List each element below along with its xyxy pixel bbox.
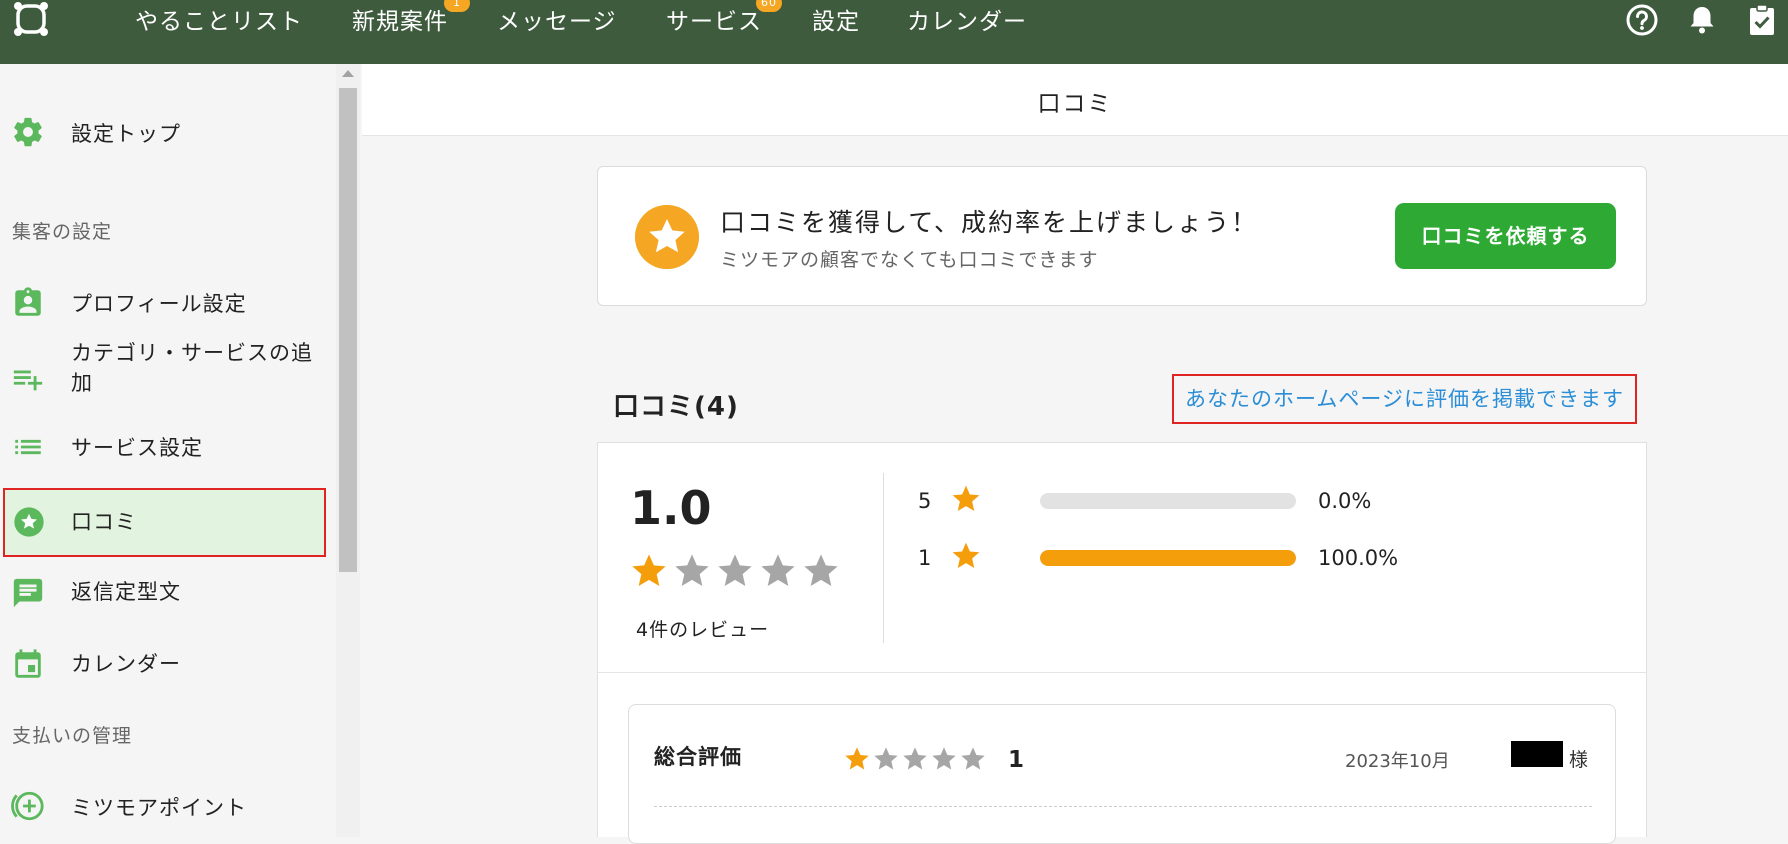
- section-title-marketing: 集客の設定: [12, 221, 113, 243]
- review-card: 総合評価 1 2023年10月 様: [628, 704, 1616, 844]
- scroll-up-arrow-icon[interactable]: [342, 70, 354, 77]
- distribution-percent: 0.0%: [1318, 489, 1372, 513]
- request-reviews-card: 口コミを獲得して、成約率を上げましょう！ ミツモアの顧客でなくても口コミできます…: [597, 166, 1647, 306]
- promo-title: 口コミを獲得して、成約率を上げましょう！: [720, 208, 1259, 237]
- star-filled-icon: [845, 747, 869, 770]
- sidebar-item-settings-top[interactable]: 設定トップ: [0, 100, 336, 164]
- star-empty-icon: [675, 554, 709, 586]
- average-star-row: [629, 551, 844, 595]
- top-navbar: やることリスト 新規案件 1 メッセージ サービス 60 設定 カレンダー: [0, 0, 1788, 64]
- star-empty-icon: [718, 554, 752, 586]
- star-icon: [952, 542, 980, 568]
- promo-subtitle: ミツモアの顧客でなくても口コミできます: [720, 249, 1099, 271]
- nav-messages[interactable]: メッセージ: [497, 2, 617, 36]
- sidebar-item-add-category[interactable]: カテゴリ・サービスの追加: [0, 336, 336, 426]
- redacted-reviewer-name: [1511, 741, 1563, 767]
- bell-icon[interactable]: [1685, 3, 1719, 37]
- list-icon: [15, 439, 41, 455]
- rating-summary: 1.0 4件のレビュー 5 0.0% 1 100.0%: [597, 442, 1647, 672]
- page-header: 口コミ: [362, 64, 1788, 136]
- services-badge: 60: [756, 0, 782, 12]
- nav-todo-list[interactable]: やることリスト: [135, 2, 303, 36]
- nav-calendar[interactable]: カレンダー: [907, 2, 1027, 36]
- star-icon: [952, 485, 980, 511]
- sidebar-item-calendar[interactable]: カレンダー: [0, 630, 336, 694]
- star-empty-icon: [903, 747, 927, 770]
- profile-badge-icon: [15, 287, 41, 316]
- nav-new-requests[interactable]: 新規案件 1: [352, 0, 470, 36]
- calendar-icon: [15, 649, 41, 678]
- star-empty-icon: [761, 554, 795, 586]
- distribution-percent: 100.0%: [1318, 546, 1399, 570]
- distribution-bar-fill: [1040, 550, 1296, 566]
- star-empty-icon: [874, 747, 898, 770]
- sidebar-item-label: ミツモアポイント: [71, 796, 247, 820]
- sidebar-item-label: 返信定型文: [71, 580, 181, 604]
- distribution-row: 5 0.0%: [918, 481, 1618, 521]
- star-empty-icon: [804, 554, 838, 586]
- settings-sidebar: 設定トップ 集客の設定 プロフィール設定 カテゴリ・サービスの追加 サービス設定…: [0, 64, 336, 837]
- sidebar-item-label: 設定トップ: [71, 122, 181, 146]
- sidebar-scrollbar[interactable]: [336, 64, 360, 837]
- star-circle-icon: [14, 507, 44, 537]
- star-empty-icon: [932, 747, 956, 770]
- page-title: 口コミ: [1037, 91, 1113, 117]
- section-title-payment: 支払いの管理: [12, 725, 133, 747]
- sidebar-item-service-settings[interactable]: サービス設定: [0, 414, 336, 478]
- overall-rating-label: 総合評価: [654, 745, 742, 769]
- review-divider: [654, 806, 1592, 807]
- review-score: 1: [1008, 747, 1025, 773]
- sidebar-item-reviews[interactable]: 口コミ: [3, 488, 326, 557]
- gear-icon: [14, 117, 42, 147]
- playlist-add-icon: [13, 370, 43, 391]
- new-requests-badge: 1: [444, 0, 470, 12]
- review-star-row: [843, 745, 988, 777]
- nav-settings[interactable]: 設定: [812, 2, 860, 36]
- help-icon[interactable]: [1625, 3, 1659, 37]
- sidebar-item-label: 口コミ: [71, 510, 137, 534]
- message-icon: [13, 578, 43, 608]
- review-date: 2023年10月: [1345, 751, 1450, 772]
- reviews-heading: 口コミ(4): [613, 392, 739, 422]
- distribution-bar: [1040, 550, 1296, 566]
- distribution-stars: 5: [918, 489, 932, 513]
- embed-rating-link[interactable]: あなたのホームページに評価を掲載できます: [1172, 374, 1637, 424]
- sidebar-item-profile[interactable]: プロフィール設定: [0, 270, 336, 334]
- distribution-bar: [1040, 493, 1296, 509]
- request-reviews-button[interactable]: 口コミを依頼する: [1395, 203, 1616, 269]
- sidebar-item-label: サービス設定: [71, 436, 203, 460]
- sidebar-item-mitsumore-points[interactable]: ミツモアポイント: [0, 774, 336, 838]
- scrollbar-thumb[interactable]: [339, 88, 357, 572]
- average-rating: 1.0: [630, 481, 712, 535]
- star-badge-icon: [635, 205, 699, 269]
- sidebar-item-reply-templates[interactable]: 返信定型文: [0, 558, 336, 622]
- review-list: 総合評価 1 2023年10月 様: [597, 672, 1647, 844]
- summary-divider: [883, 473, 884, 643]
- star-empty-icon: [961, 747, 985, 770]
- add-circle-icon: [11, 791, 44, 821]
- clipboard-check-icon[interactable]: [1745, 3, 1779, 37]
- reviewer-honorific: 様: [1569, 749, 1589, 771]
- sidebar-item-label: カレンダー: [71, 652, 181, 676]
- star-filled-icon: [632, 554, 666, 586]
- sidebar-item-label: カテゴリ・サービスの追加: [71, 341, 313, 395]
- distribution-row: 1 100.0%: [918, 538, 1618, 578]
- distribution-stars: 1: [918, 546, 932, 570]
- app-logo-icon[interactable]: [10, 0, 52, 40]
- review-count: 4件のレビュー: [636, 619, 770, 641]
- nav-services[interactable]: サービス 60: [666, 0, 782, 36]
- sidebar-item-label: プロフィール設定: [71, 292, 247, 316]
